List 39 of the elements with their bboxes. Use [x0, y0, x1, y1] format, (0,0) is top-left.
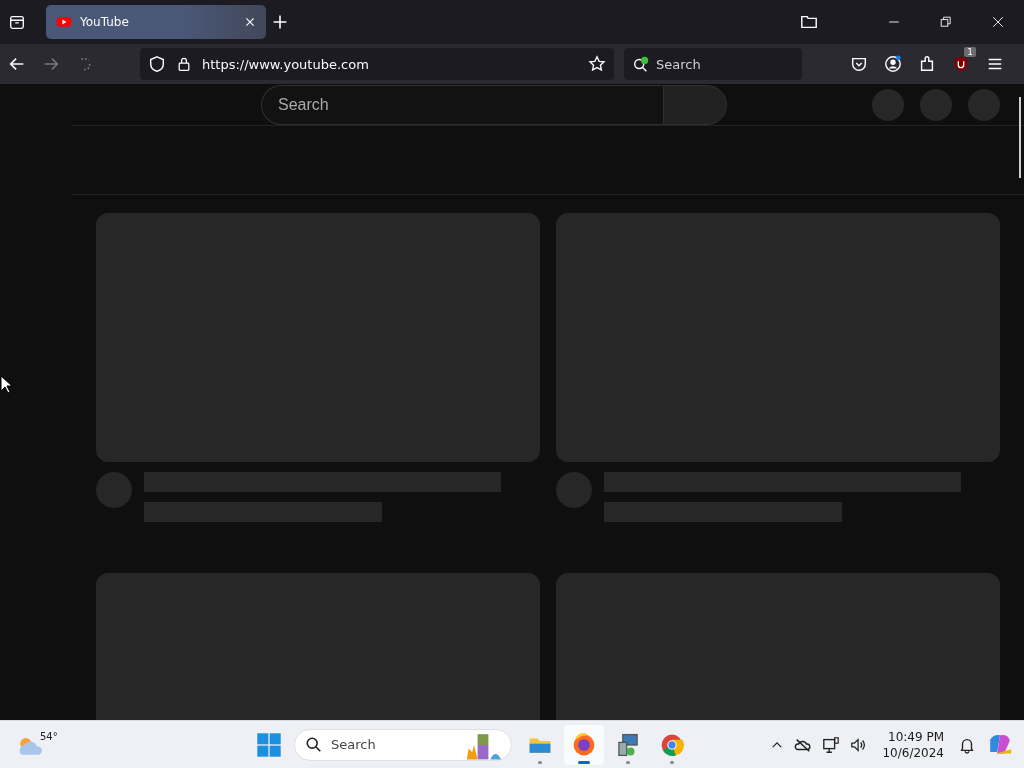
- placeholder-circle: [968, 89, 1000, 121]
- temperature: 54°: [40, 730, 58, 742]
- extensions-icon[interactable]: [918, 55, 936, 73]
- pocket-icon[interactable]: [850, 55, 868, 73]
- search-icon: [305, 735, 323, 754]
- search-input[interactable]: Search: [331, 737, 457, 752]
- clock[interactable]: 10:49 PM 10/6/2024: [882, 728, 944, 761]
- folder-icon[interactable]: [800, 13, 818, 31]
- restore-icon[interactable]: [940, 16, 952, 28]
- browser-search-field[interactable]: Search: [624, 48, 802, 80]
- scrollbar[interactable]: [1019, 97, 1021, 178]
- placeholder-circle: [872, 89, 904, 121]
- placeholder-circle: [920, 89, 952, 121]
- back-icon[interactable]: [8, 55, 26, 73]
- new-tab-icon[interactable]: [272, 14, 288, 30]
- youtube-logo-icon: [56, 14, 72, 30]
- shield-extension-icon[interactable]: [952, 55, 970, 73]
- search-field[interactable]: Search: [261, 85, 663, 125]
- windows-start-icon[interactable]: [256, 731, 282, 758]
- computer-icon[interactable]: [615, 731, 641, 758]
- network-icon[interactable]: [822, 735, 841, 754]
- avatar-placeholder: [556, 472, 592, 508]
- search-icon[interactable]: [632, 55, 650, 73]
- forward-icon[interactable]: [42, 55, 60, 73]
- bookmark-star-icon[interactable]: [588, 55, 606, 73]
- taskbar-search-field[interactable]: Search: [294, 728, 512, 761]
- lock-icon[interactable]: [176, 56, 192, 72]
- search-input[interactable]: Search: [656, 56, 776, 72]
- avatar-placeholder: [96, 472, 132, 508]
- mouse-cursor-icon: [0, 375, 12, 395]
- close-icon[interactable]: [244, 16, 256, 28]
- notification-badge: 1: [964, 47, 976, 57]
- taskbar-app[interactable]: [564, 724, 604, 765]
- shield-icon[interactable]: [148, 55, 166, 73]
- account-icon[interactable]: [884, 55, 902, 73]
- firefox-icon[interactable]: [571, 731, 597, 758]
- tab-overview-icon[interactable]: [8, 13, 26, 31]
- close-icon[interactable]: [992, 16, 1004, 28]
- browser-tab[interactable]: YouTube: [46, 5, 266, 39]
